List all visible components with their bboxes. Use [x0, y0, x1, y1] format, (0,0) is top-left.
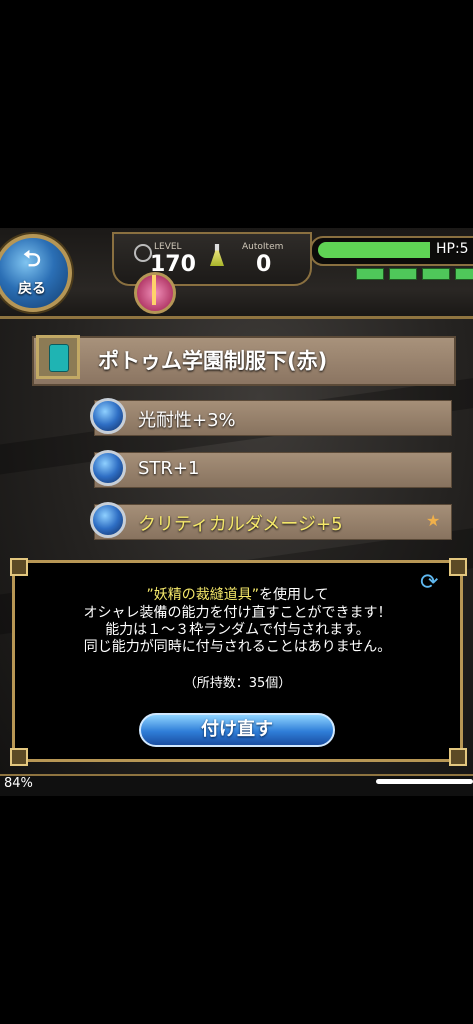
- dialog-corner-ornament: [449, 558, 467, 576]
- ability-text-1: 光耐性+3%: [138, 410, 236, 431]
- tool-suffix: を使用して: [258, 587, 329, 603]
- home-indicator[interactable]: [376, 779, 473, 784]
- stamina-pips: [356, 268, 473, 280]
- ability-orb-icon: [90, 398, 126, 434]
- uniform-icon: [36, 335, 80, 379]
- auto-item-value: 0: [256, 252, 272, 277]
- auto-item-tag: AutoItem: [242, 242, 284, 252]
- item-count: （所持数：35個）: [183, 676, 292, 691]
- back-label: 戻る: [18, 281, 46, 297]
- flask-icon: [210, 244, 224, 266]
- ability-orb-icon: [90, 502, 126, 538]
- level-tag: LEVEL: [154, 242, 182, 252]
- gift-icon[interactable]: [134, 272, 176, 314]
- ability-text-3: クリティカルダメージ+5: [138, 514, 343, 535]
- footer-bar: [0, 774, 473, 796]
- hp-gauge: HP:5: [310, 236, 473, 266]
- item-name: ポトゥム学園制服下(赤): [98, 349, 328, 373]
- tool-name: ”妖精の裁縫道具”: [146, 587, 259, 603]
- ability-text-2: STR+1: [138, 458, 200, 479]
- dialog-line-1: ”妖精の裁縫道具”を使用して: [22, 584, 453, 604]
- back-arrow-icon: ⮌: [23, 247, 41, 272]
- dialog-corner-ornament: [10, 558, 28, 576]
- progress-percent: 84%: [4, 776, 33, 791]
- stamina-pip: [422, 268, 450, 280]
- stamina-pip: [356, 268, 384, 280]
- star-icon: ★: [426, 511, 441, 530]
- game-screen: ⮌ 戻る LEVEL 170 AutoItem 0 HP:5 ポトゥム学園制服下…: [0, 228, 473, 796]
- dialog-line-4: 同じ能力が同時に付与されることはありません。: [83, 639, 392, 655]
- ability-orb-icon: [90, 450, 126, 486]
- hp-label: HP:5: [436, 241, 469, 257]
- reroll-button[interactable]: 付け直す: [139, 713, 335, 747]
- dialog-corner-ornament: [10, 748, 28, 766]
- stamina-pip: [455, 268, 473, 280]
- dialog-corner-ornament: [449, 748, 467, 766]
- stamina-pip: [389, 268, 417, 280]
- hp-bar-fill: [318, 242, 430, 258]
